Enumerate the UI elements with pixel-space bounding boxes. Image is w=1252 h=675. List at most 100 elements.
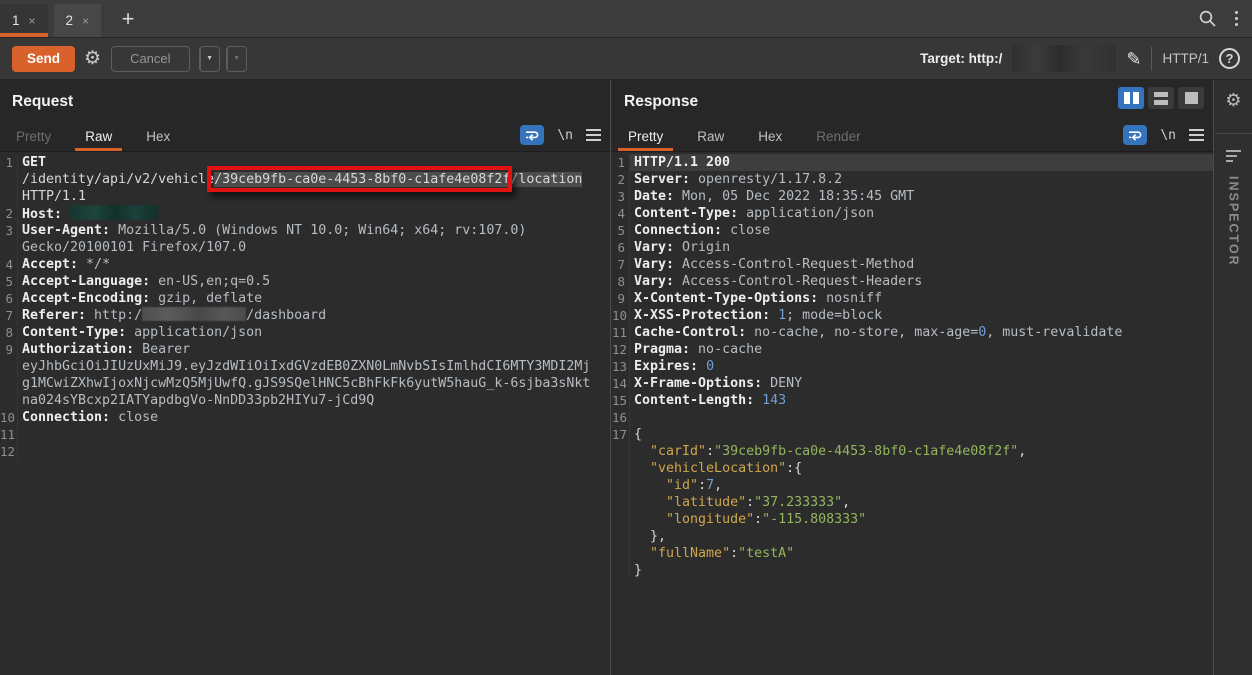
code-line[interactable]: "longitude":"-115.808333" [612, 511, 1213, 528]
close-icon[interactable]: × [82, 14, 89, 28]
inspector-tab[interactable]: INSPECTOR [1227, 176, 1241, 267]
code-line[interactable]: 16 [612, 409, 1213, 426]
back-dropdown-caret[interactable]: ▼ [200, 47, 219, 71]
code-line[interactable]: 12Pragma: no-cache [612, 341, 1213, 358]
code-line[interactable]: 8Content-Type: application/json [0, 324, 610, 341]
code-line[interactable]: 6Vary: Origin [612, 239, 1213, 256]
code-segment: GET [22, 155, 46, 170]
gear-icon[interactable]: ⚙ [84, 49, 101, 68]
code-line[interactable]: g1MCwiZXhwIjoxNjcwMzQ5MjUwfQ.gJS9SQelHNC… [0, 375, 610, 392]
code-line[interactable]: 2Server: openresty/1.17.8.2 [612, 171, 1213, 188]
forward-dropdown-caret[interactable]: ▼ [227, 47, 246, 71]
code-line[interactable]: 7Referer: http://dashboard [0, 307, 610, 324]
code-segment: Vary: [634, 257, 674, 272]
cancel-button[interactable]: Cancel [111, 46, 189, 72]
tab-pretty[interactable]: Pretty [618, 123, 673, 151]
code-segment: "vehicleLocation" [650, 461, 786, 476]
word-wrap-toggle[interactable] [520, 125, 544, 145]
editor-menu-icon[interactable] [1189, 129, 1204, 141]
code-line[interactable]: 13Expires: 0 [612, 358, 1213, 375]
code-segment: application/json [126, 325, 262, 340]
code-line[interactable]: 10Connection: close [0, 409, 610, 426]
request-editor[interactable]: 1GET/identity/api/v2/vehicle/39ceb9fb-ca… [0, 152, 610, 675]
word-wrap-toggle[interactable] [1123, 125, 1147, 145]
code-segment: /identity/api/v2/vehicle [22, 172, 214, 187]
more-options-icon[interactable] [1233, 9, 1240, 28]
line-number: 3 [0, 222, 18, 239]
code-segment: } [634, 563, 642, 578]
send-button[interactable]: Send [12, 46, 75, 72]
code-line[interactable]: 9X-Content-Type-Options: nosniff [612, 290, 1213, 307]
code-line[interactable]: na024sYBcxp2IATYapdbgVo-NnDD33pb2HIYu7-j… [0, 392, 610, 409]
tab-raw[interactable]: Raw [687, 123, 734, 151]
line-number [612, 562, 630, 579]
code-line[interactable]: 8Vary: Access-Control-Request-Headers [612, 273, 1213, 290]
tab-raw[interactable]: Raw [75, 123, 122, 151]
show-newlines-toggle[interactable]: \n [1160, 128, 1176, 143]
code-line[interactable]: "vehicleLocation":{ [612, 460, 1213, 477]
show-newlines-toggle[interactable]: \n [557, 128, 573, 143]
close-icon[interactable]: × [29, 14, 36, 28]
code-line[interactable]: 11Cache-Control: no-cache, no-store, max… [612, 324, 1213, 341]
code-segment: */* [78, 257, 110, 272]
code-line[interactable]: Gecko/20100101 Firefox/107.0 [0, 239, 610, 256]
tab-pretty[interactable]: Pretty [6, 123, 61, 151]
code-line[interactable]: 2Host: [0, 205, 610, 222]
code-line[interactable]: 4Accept: */* [0, 256, 610, 273]
repeater-tab-1[interactable]: 1 × [0, 4, 48, 37]
collapse-panel-icon[interactable] [1226, 150, 1241, 162]
code-segment: : [706, 444, 714, 459]
code-line[interactable]: 17{ [612, 426, 1213, 443]
inspector-sidebar: ⚙ INSPECTOR [1215, 80, 1252, 675]
line-number [0, 358, 18, 375]
code-line[interactable]: "id":7, [612, 477, 1213, 494]
code-segment: Authorization: [22, 342, 134, 357]
tab-hex[interactable]: Hex [748, 123, 792, 151]
settings-gear-icon[interactable]: ⚙ [1225, 90, 1241, 111]
layout-rows-button[interactable] [1148, 87, 1174, 109]
code-line[interactable]: 14X-Frame-Options: DENY [612, 375, 1213, 392]
code-line[interactable]: "fullName":"testA" [612, 545, 1213, 562]
layout-single-button[interactable] [1178, 87, 1204, 109]
tab-render[interactable]: Render [806, 123, 870, 151]
code-line[interactable]: "latitude":"37.233333", [612, 494, 1213, 511]
code-line[interactable]: 6Accept-Encoding: gzip, deflate [0, 290, 610, 307]
code-line[interactable]: 3User-Agent: Mozilla/5.0 (Windows NT 10.… [0, 222, 610, 239]
edit-target-pencil-icon[interactable]: ✎ [1126, 50, 1141, 68]
code-line[interactable]: 1HTTP/1.1 200 [612, 154, 1213, 171]
code-line[interactable]: } [612, 562, 1213, 579]
code-line[interactable]: 7Vary: Access-Control-Request-Method [612, 256, 1213, 273]
response-editor[interactable]: 1HTTP/1.1 2002Server: openresty/1.17.8.2… [612, 152, 1213, 675]
code-segment: HTTP/1.1 [22, 189, 86, 204]
code-line[interactable]: 3Date: Mon, 05 Dec 2022 18:35:45 GMT [612, 188, 1213, 205]
line-number: 7 [612, 256, 630, 273]
code-line[interactable]: /identity/api/v2/vehicle/39ceb9fb-ca0e-4… [0, 171, 610, 188]
help-icon[interactable]: ? [1219, 48, 1240, 69]
code-line[interactable]: 11 [0, 426, 610, 443]
code-segment: Content-Length: [634, 393, 754, 408]
code-line[interactable]: 15Content-Length: 143 [612, 392, 1213, 409]
layout-columns-button[interactable] [1118, 87, 1144, 109]
line-number [0, 171, 18, 188]
code-line[interactable]: HTTP/1.1 [0, 188, 610, 205]
code-line[interactable]: 12 [0, 443, 610, 460]
code-line[interactable]: 5Connection: close [612, 222, 1213, 239]
code-line[interactable]: 1GET [0, 154, 610, 171]
code-line[interactable]: }, [612, 528, 1213, 545]
code-line[interactable]: 5Accept-Language: en-US,en;q=0.5 [0, 273, 610, 290]
code-segment: Gecko/20100101 Firefox/107.0 [22, 240, 246, 255]
code-segment [770, 308, 778, 323]
new-tab-button[interactable]: + [111, 0, 145, 37]
code-line[interactable]: 4Content-Type: application/json [612, 205, 1213, 222]
code-line[interactable]: 10X-XSS-Protection: 1; mode=block [612, 307, 1213, 324]
search-icon[interactable] [1198, 9, 1217, 28]
code-line[interactable]: eyJhbGciOiJIUzUxMiJ9.eyJzdWIiOiIxdGVzdEB… [0, 358, 610, 375]
code-line[interactable]: 9Authorization: Bearer [0, 341, 610, 358]
code-segment: 143 [762, 393, 786, 408]
editor-menu-icon[interactable] [586, 129, 601, 141]
repeater-tab-2[interactable]: 2 × [54, 4, 102, 37]
tab-hex[interactable]: Hex [136, 123, 180, 151]
code-line[interactable]: "carId":"39ceb9fb-ca0e-4453-8bf0-c1afe4e… [612, 443, 1213, 460]
code-segment [698, 359, 706, 374]
code-segment: no-cache [690, 342, 762, 357]
